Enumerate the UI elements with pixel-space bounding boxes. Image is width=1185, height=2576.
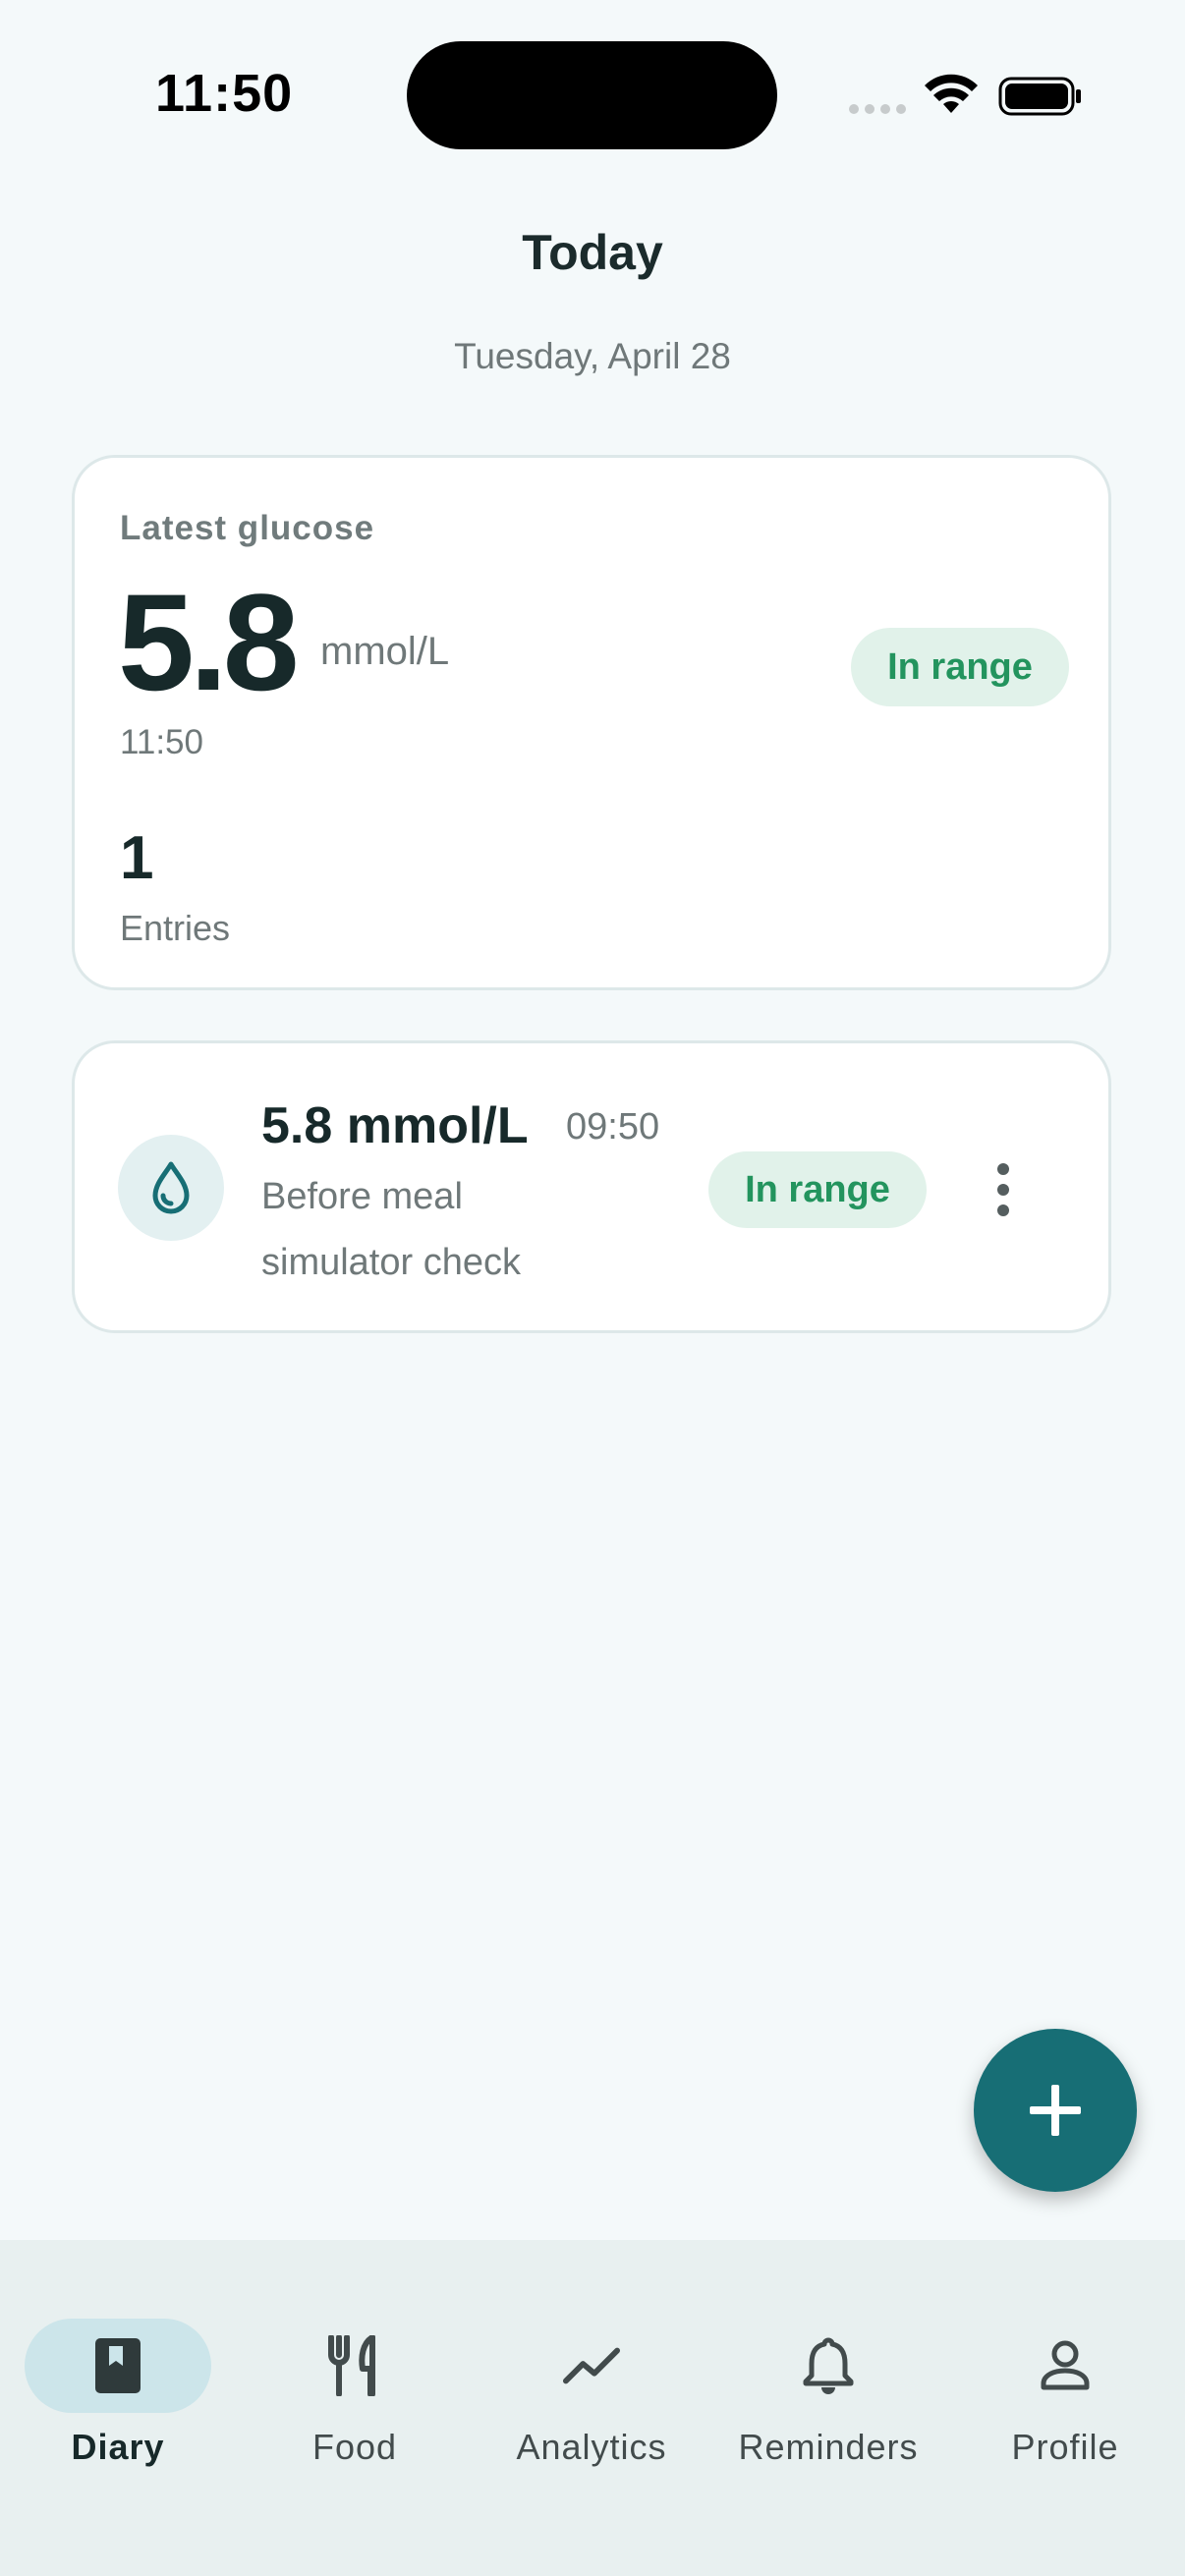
latest-glucose-label: Latest glucose <box>120 509 375 547</box>
entry-status-badge: In range <box>708 1151 927 1228</box>
nav-item-food[interactable]: Food <box>237 2279 473 2467</box>
entry-context: Before meal <box>261 1176 463 1217</box>
entries-count: 1 <box>120 824 154 892</box>
nav-label-reminders: Reminders <box>738 2427 919 2467</box>
trend-icon <box>562 2334 621 2397</box>
droplet-icon <box>118 1135 224 1241</box>
nav-item-diary[interactable]: Diary <box>0 2279 236 2467</box>
person-icon <box>1036 2334 1095 2397</box>
cellular-signal-icon <box>849 104 906 114</box>
more-vertical-icon <box>997 1163 1009 1175</box>
latest-glucose-time: 11:50 <box>120 723 203 761</box>
more-options-button[interactable] <box>979 1146 1028 1234</box>
add-entry-button[interactable] <box>974 2029 1137 2192</box>
status-time: 11:50 <box>155 64 294 123</box>
nav-label-analytics: Analytics <box>516 2427 667 2467</box>
page-date: Tuesday, April 28 <box>454 336 731 376</box>
nav-label-food: Food <box>311 2427 398 2467</box>
latest-glucose-card: Latest glucose 5.8 mmol/L 11:50 In range… <box>72 455 1111 990</box>
latest-glucose-unit: mmol/L <box>320 630 450 673</box>
nav-item-analytics[interactable]: Analytics <box>474 2279 709 2467</box>
entries-label: Entries <box>120 908 231 948</box>
entry-value: 5.8 mmol/L <box>261 1097 529 1154</box>
bottom-navigation: Diary Food Analytics Reminders Profile <box>0 2240 1185 2576</box>
battery-icon <box>998 77 1081 116</box>
bell-icon <box>799 2334 858 2397</box>
nav-item-reminders[interactable]: Reminders <box>710 2279 946 2467</box>
nav-label-diary: Diary <box>71 2427 165 2467</box>
wifi-icon <box>925 74 978 113</box>
glucose-entry-item[interactable]: 5.8 mmol/L 09:50 Before meal simulator c… <box>72 1040 1111 1333</box>
status-badge: In range <box>851 628 1069 706</box>
nav-item-profile[interactable]: Profile <box>947 2279 1183 2467</box>
entry-time: 09:50 <box>566 1106 660 1148</box>
entry-note: simulator check <box>261 1242 521 1283</box>
fork-knife-icon <box>325 2334 384 2397</box>
page-title: Today <box>522 225 663 280</box>
latest-glucose-value: 5.8 <box>118 565 300 719</box>
book-icon <box>88 2334 147 2397</box>
nav-label-profile: Profile <box>1011 2427 1119 2467</box>
dynamic-island <box>407 41 777 149</box>
plus-icon <box>1030 2085 1081 2136</box>
